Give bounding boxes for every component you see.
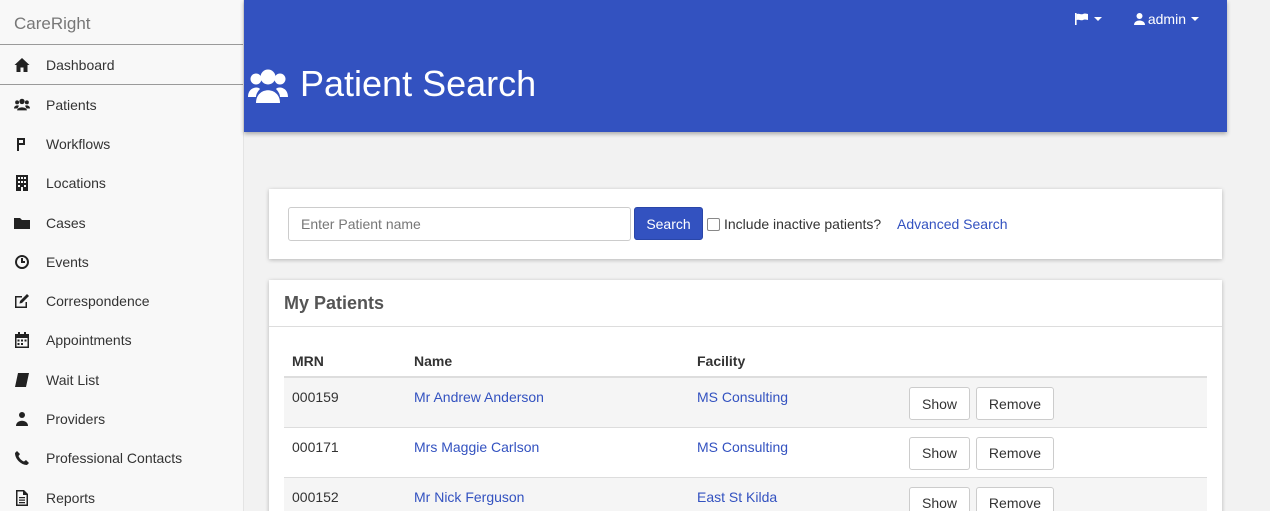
column-header-actions bbox=[901, 345, 1207, 378]
facility-link[interactable]: East St Kilda bbox=[697, 489, 777, 505]
patient-name-link[interactable]: Mrs Maggie Carlson bbox=[414, 439, 539, 455]
remove-button[interactable]: Remove bbox=[975, 436, 1055, 470]
sidebar-item-label: Workflows bbox=[46, 135, 111, 152]
sidebar-item-correspondence[interactable]: Correspondence bbox=[0, 281, 243, 320]
chevron-down-icon bbox=[1191, 17, 1199, 21]
show-button[interactable]: Show bbox=[909, 436, 971, 470]
sidebar-item-cases[interactable]: Cases bbox=[0, 203, 243, 242]
remove-button[interactable]: Remove bbox=[975, 486, 1055, 511]
show-button[interactable]: Show bbox=[909, 387, 971, 420]
file-icon bbox=[14, 489, 46, 506]
users-icon bbox=[248, 69, 288, 103]
page-header: admin Patient Search bbox=[244, 0, 1227, 132]
mrn-cell: 000171 bbox=[284, 426, 406, 477]
edit-icon bbox=[14, 293, 46, 309]
sidebar-item-label: Professional Contacts bbox=[46, 450, 183, 467]
sidebar-item-reports[interactable]: Reports bbox=[0, 478, 243, 511]
sidebar: CareRight Dashboard Patients Workflows L… bbox=[0, 0, 244, 511]
facility-link[interactable]: MS Consulting bbox=[697, 439, 788, 455]
sidebar-item-providers[interactable]: Providers bbox=[0, 399, 243, 438]
sidebar-item-label: Correspondence bbox=[46, 293, 150, 310]
calendar-icon bbox=[14, 332, 46, 349]
name-cell: Mr Andrew Anderson bbox=[406, 376, 689, 427]
search-button[interactable]: Search bbox=[634, 207, 703, 240]
name-cell: Mrs Maggie Carlson bbox=[406, 426, 689, 477]
flag-menu[interactable] bbox=[1074, 11, 1102, 27]
branch-icon bbox=[14, 136, 46, 152]
facility-cell: MS Consulting bbox=[689, 426, 901, 477]
page-title: Patient Search bbox=[300, 63, 537, 104]
sidebar-item-dashboard[interactable]: Dashboard bbox=[0, 45, 243, 85]
sidebar-item-label: Events bbox=[46, 253, 89, 270]
user-menu[interactable]: admin bbox=[1133, 11, 1199, 27]
sidebar-item-events[interactable]: Events bbox=[0, 242, 243, 281]
sidebar-item-appointments[interactable]: Appointments bbox=[0, 321, 243, 360]
column-header-facility: Facility bbox=[689, 345, 901, 378]
patient-search-input[interactable] bbox=[288, 207, 631, 241]
user-name: admin bbox=[1147, 11, 1186, 27]
sidebar-item-label: Reports bbox=[46, 489, 96, 506]
sidebar-item-label: Providers bbox=[46, 411, 106, 428]
table-row: 000171 Mrs Maggie Carlson MS Consulting … bbox=[284, 426, 1207, 477]
brand-logo[interactable]: CareRight bbox=[0, 0, 243, 45]
advanced-search-link[interactable]: Advanced Search bbox=[897, 216, 1008, 232]
sidebar-item-label: Appointments bbox=[46, 332, 132, 349]
top-navbar: admin bbox=[1074, 11, 1199, 27]
table-header-row: MRN Name Facility bbox=[284, 345, 1207, 378]
building-icon bbox=[14, 175, 46, 192]
actions-cell: Show Remove bbox=[901, 476, 1207, 511]
panel-heading: My Patients bbox=[269, 280, 1222, 327]
user-icon bbox=[1133, 13, 1145, 25]
mrn-cell: 000152 bbox=[284, 476, 406, 511]
sidebar-item-patients[interactable]: Patients bbox=[0, 85, 243, 124]
folder-icon bbox=[14, 215, 46, 231]
home-icon bbox=[14, 57, 46, 73]
actions-cell: Show Remove bbox=[901, 376, 1207, 427]
sidebar-item-label: Locations bbox=[46, 175, 106, 192]
sidebar-item-professional-contacts[interactable]: Professional Contacts bbox=[0, 439, 243, 478]
my-patients-panel: My Patients MRN Name Facility 000159 Mr … bbox=[269, 280, 1222, 511]
search-panel: Search Include inactive patients? Advanc… bbox=[269, 189, 1222, 259]
include-inactive-toggle[interactable]: Include inactive patients? bbox=[707, 216, 881, 232]
phone-icon bbox=[14, 450, 46, 466]
sidebar-item-label: Dashboard bbox=[46, 56, 115, 73]
facility-cell: MS Consulting bbox=[689, 376, 901, 427]
table-row: 000152 Mr Nick Ferguson East St Kilda Sh… bbox=[284, 476, 1207, 511]
mrn-cell: 000159 bbox=[284, 376, 406, 427]
sidebar-item-label: Wait List bbox=[46, 371, 100, 388]
sidebar-item-label: Patients bbox=[46, 96, 97, 113]
sidebar-item-locations[interactable]: Locations bbox=[0, 164, 243, 203]
users-icon bbox=[14, 97, 46, 113]
column-header-mrn: MRN bbox=[284, 345, 406, 378]
actions-cell: Show Remove bbox=[901, 426, 1207, 477]
page-title-group: Patient Search bbox=[248, 63, 536, 105]
patient-name-link[interactable]: Mr Nick Ferguson bbox=[414, 489, 524, 505]
include-inactive-label: Include inactive patients? bbox=[724, 216, 882, 232]
include-inactive-checkbox[interactable] bbox=[707, 217, 720, 231]
clock-icon bbox=[14, 254, 46, 270]
facility-link[interactable]: MS Consulting bbox=[697, 389, 788, 405]
name-cell: Mr Nick Ferguson bbox=[406, 476, 689, 511]
patients-table: MRN Name Facility 000159 Mr Andrew Ander… bbox=[284, 345, 1207, 511]
sidebar-item-workflows[interactable]: Workflows bbox=[0, 124, 243, 163]
chevron-down-icon bbox=[1093, 17, 1102, 21]
remove-button[interactable]: Remove bbox=[975, 387, 1055, 420]
user-md-icon bbox=[14, 411, 46, 427]
sidebar-item-wait-list[interactable]: Wait List bbox=[0, 360, 243, 399]
column-header-name: Name bbox=[406, 345, 689, 378]
book-icon bbox=[14, 372, 46, 388]
patient-name-link[interactable]: Mr Andrew Anderson bbox=[414, 389, 544, 405]
flag-icon bbox=[1074, 13, 1088, 25]
show-button[interactable]: Show bbox=[909, 486, 971, 511]
facility-cell: East St Kilda bbox=[689, 476, 901, 511]
table-row: 000159 Mr Andrew Anderson MS Consulting … bbox=[284, 376, 1207, 427]
sidebar-item-label: Cases bbox=[46, 214, 86, 231]
